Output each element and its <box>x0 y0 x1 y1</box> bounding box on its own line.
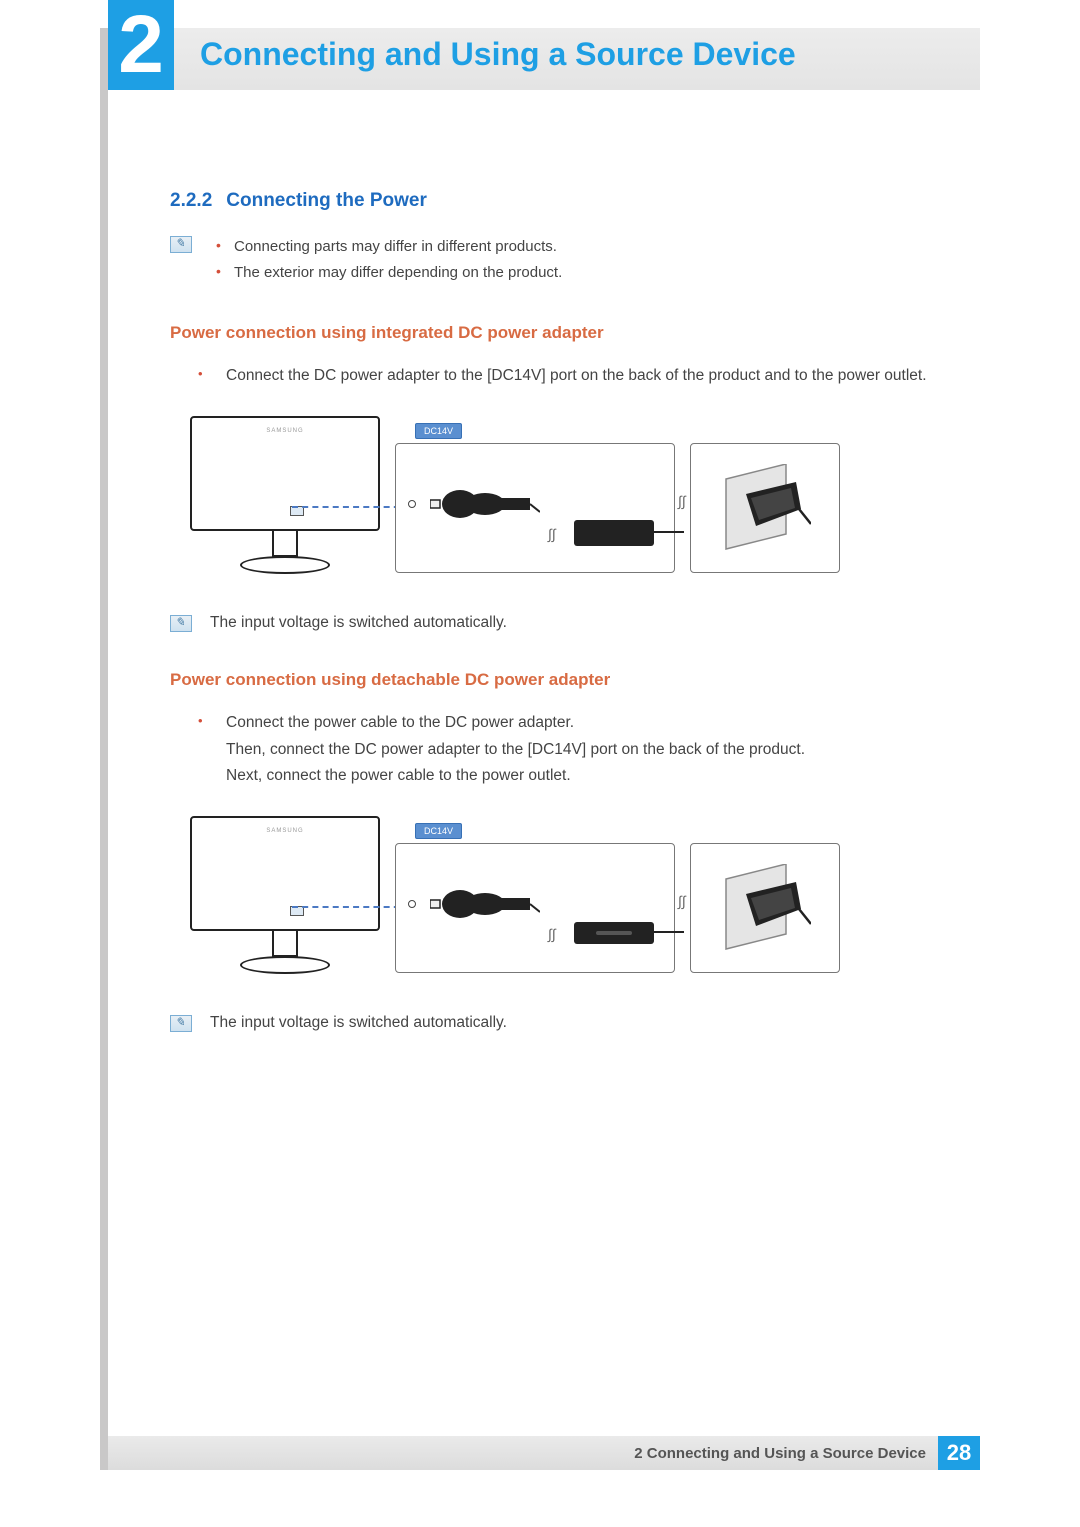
intro-note-item: Connecting parts may differ in different… <box>210 234 970 260</box>
document-page: 2 Connecting and Using a Source Device 2… <box>0 0 1080 1527</box>
intro-note-item: The exterior may differ depending on the… <box>210 260 970 286</box>
body-list: Connect the DC power adapter to the [DC1… <box>198 363 970 389</box>
subsection-heading: Power connection using detachable DC pow… <box>170 670 970 690</box>
footer-text: 2 Connecting and Using a Source Device <box>634 1445 926 1462</box>
section-number: 2.2.2 <box>170 190 212 211</box>
dc-plug-icon <box>430 884 540 924</box>
cable-segment <box>654 531 684 533</box>
monitor-illustration: SAMSUNG <box>180 411 390 581</box>
note-after-block: The input voltage is switched automatica… <box>170 613 970 632</box>
note-after-block: The input voltage is switched automatica… <box>170 1013 970 1032</box>
adapter-block <box>574 520 654 546</box>
wall-plug-icon <box>721 864 811 954</box>
monitor-stand-neck <box>272 531 298 557</box>
body-list: Connect the power cable to the DC power … <box>198 710 970 789</box>
monitor-screen: SAMSUNG <box>190 816 380 931</box>
page-number: 28 <box>938 1436 980 1470</box>
content-area: 2.2.2 Connecting the Power Connecting par… <box>170 190 970 1042</box>
note-icon <box>170 1015 192 1032</box>
dc-plug-icon <box>430 484 540 524</box>
wall-plug-icon <box>721 464 811 554</box>
outlet-frame <box>690 443 840 573</box>
monitor-stand-base <box>240 956 330 974</box>
chapter-title: Connecting and Using a Source Device <box>200 36 796 73</box>
connection-dashed-line <box>292 506 410 508</box>
cable-break-icon: ∫∫ <box>548 526 556 542</box>
left-band <box>100 28 108 1470</box>
connection-dashed-line <box>292 906 410 908</box>
adapter-detail <box>596 931 632 935</box>
monitor-screen: SAMSUNG <box>190 416 380 531</box>
subsection-heading: Power connection using integrated DC pow… <box>170 323 970 343</box>
note-icon <box>170 615 192 632</box>
adapter-block <box>574 922 654 944</box>
section-title: Connecting the Power <box>226 190 427 211</box>
monitor-illustration: SAMSUNG <box>180 811 390 981</box>
monitor-stand-neck <box>272 931 298 957</box>
port-label: DC14V <box>415 823 462 839</box>
adapter-frame: ∫∫ <box>395 443 675 573</box>
cable-segment <box>654 931 684 933</box>
chapter-number: 2 <box>108 0 174 90</box>
note-icon <box>170 236 192 253</box>
section-heading: 2.2.2 Connecting the Power <box>170 190 970 212</box>
power-diagram-integrated: SAMSUNG DC14V <box>180 411 840 591</box>
monitor-brand: SAMSUNG <box>266 828 303 834</box>
intro-note-list: Connecting parts may differ in different… <box>210 234 970 285</box>
footer-band: 2 Connecting and Using a Source Device 2… <box>108 1436 980 1470</box>
port-dot <box>408 500 416 508</box>
intro-note-block: Connecting parts may differ in different… <box>170 234 970 285</box>
monitor-stand-base <box>240 556 330 574</box>
port-dot <box>408 900 416 908</box>
monitor-brand: SAMSUNG <box>266 428 303 434</box>
body-list-item: Connect the power cable to the DC power … <box>198 710 970 789</box>
power-diagram-detachable: SAMSUNG DC14V <box>180 811 840 991</box>
cable-break-icon: ∫∫ <box>678 893 686 909</box>
note-text: The input voltage is switched automatica… <box>210 614 507 632</box>
cable-break-icon: ∫∫ <box>548 926 556 942</box>
cable-break-icon: ∫∫ <box>678 493 686 509</box>
adapter-frame: ∫∫ <box>395 843 675 973</box>
outlet-frame <box>690 843 840 973</box>
note-text: The input voltage is switched automatica… <box>210 1014 507 1032</box>
port-label: DC14V <box>415 423 462 439</box>
body-list-item: Connect the DC power adapter to the [DC1… <box>198 363 970 389</box>
